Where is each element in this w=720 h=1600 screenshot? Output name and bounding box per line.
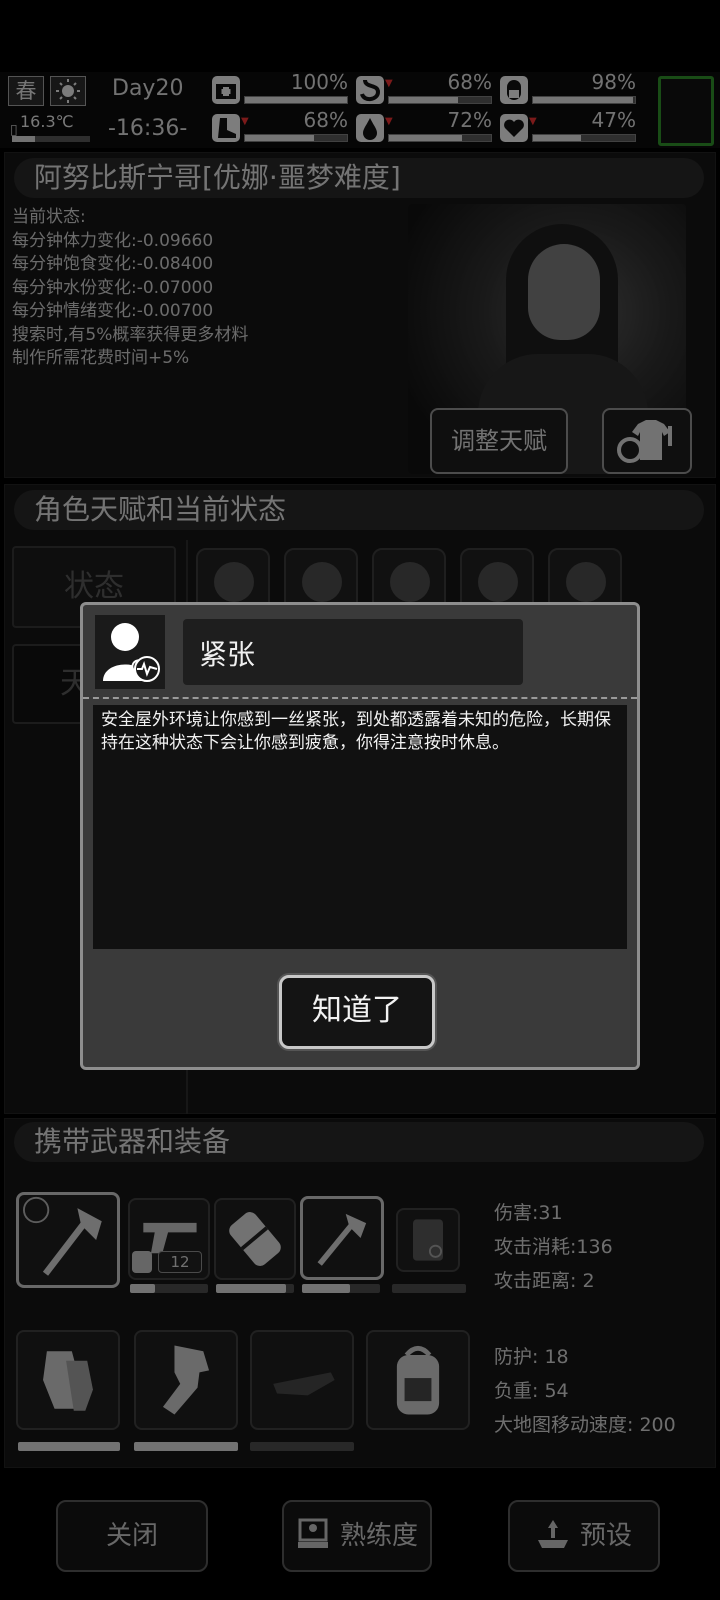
dialog-divider: [83, 697, 637, 699]
tense-status-icon: [95, 615, 165, 689]
dialog-title: 紧张: [199, 638, 256, 671]
acknowledge-button[interactable]: 知道了: [279, 975, 435, 1049]
status-detail-dialog: 紧张 安全屋外环境让你感到一丝紧张，到处都透露着未知的危险，长期保持在这种状态下…: [80, 602, 640, 1070]
dialog-title-box: 紧张: [183, 619, 523, 685]
dialog-description: 安全屋外环境让你感到一丝紧张，到处都透露着未知的危险，长期保持在这种状态下会让你…: [93, 705, 627, 949]
